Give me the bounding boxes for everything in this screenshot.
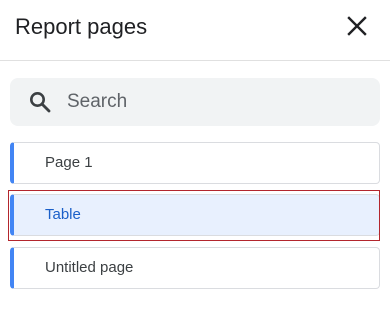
panel-header: Report pages [0, 0, 390, 56]
page-item-untitled-page[interactable]: Untitled page [10, 247, 380, 289]
search-box[interactable] [10, 78, 380, 126]
header-divider [0, 60, 390, 61]
page-item-table[interactable]: Table [10, 194, 380, 236]
close-button[interactable] [343, 12, 371, 40]
page-item-label: Untitled page [45, 259, 134, 276]
panel-title: Report pages [15, 14, 148, 39]
close-icon [347, 16, 367, 36]
search-input[interactable] [67, 78, 367, 126]
search-icon [30, 92, 51, 113]
page-item-page-1[interactable]: Page 1 [10, 142, 380, 184]
page-item-label: Table [45, 206, 81, 223]
page-item-label: Page 1 [45, 154, 93, 171]
